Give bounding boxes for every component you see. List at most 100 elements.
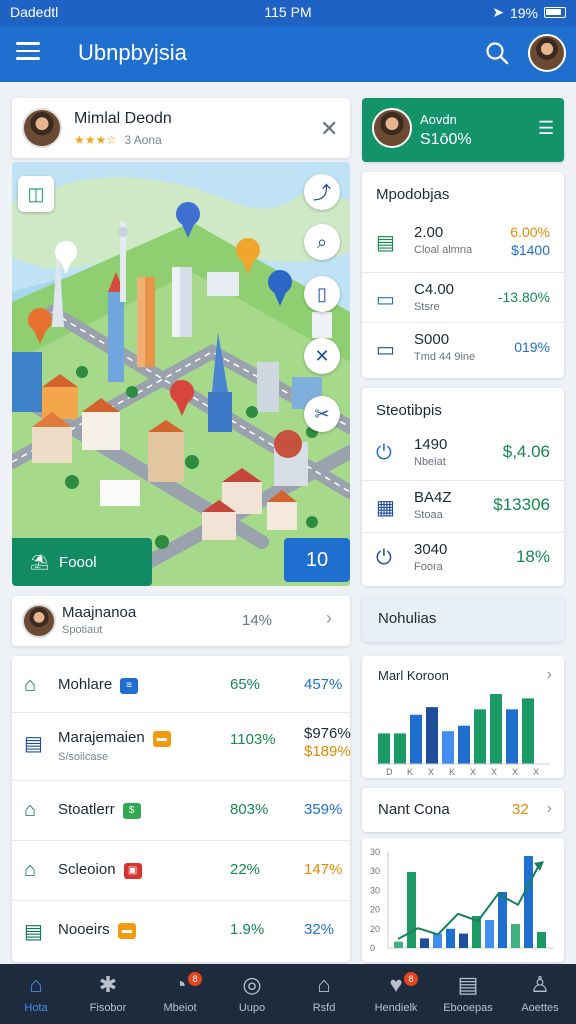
profile-sub: 3 Aona [124, 133, 162, 147]
map-layers-button[interactable]: ◫ [18, 176, 54, 212]
bar [426, 707, 438, 764]
hamburger-menu-icon[interactable] [16, 42, 40, 62]
nav-icon: ♥ [389, 972, 403, 997]
list-item-b2: $189% [304, 743, 351, 760]
stats-pct: $13306 [493, 495, 550, 514]
list-item-b: 32% [304, 921, 335, 938]
map-count-button[interactable]: 10 [284, 538, 350, 582]
list-item-a: 22% [230, 861, 261, 878]
list-item-label: Stoatlerr $ [58, 801, 141, 819]
folder-badge-icon: ▬ [152, 731, 171, 747]
nav-item-hota[interactable]: ⌂ Hota [0, 964, 72, 1024]
list-item[interactable]: ⌂ Stoatlerr $ 803% 359% [12, 780, 350, 840]
card-icon: ▭ [376, 289, 395, 311]
map-bookmark-button[interactable]: ▯ [304, 276, 340, 312]
list-item-text: Stoatlerr [58, 801, 115, 818]
user-avatar[interactable] [528, 34, 566, 72]
stats-row[interactable]: ⏻ 1490 Nbeiat $,4.06 [362, 428, 564, 484]
bar-chart: DKXKXXXX [376, 694, 550, 777]
nav-item-hendielk[interactable]: ♥ Hendielk 8 [360, 964, 432, 1024]
chevron-right-icon[interactable]: › [547, 800, 552, 818]
stats-sub: Stoaa [414, 509, 443, 521]
list-item-label: Nooeirs ▬ [58, 921, 136, 939]
profile-rating: ★★★☆ 3 Aona [74, 133, 162, 147]
isometric-city-illustration [12, 162, 350, 586]
nav-label: Hota [24, 1002, 48, 1014]
nav-icon: ◎ [242, 972, 262, 997]
chevron-right-icon[interactable]: › [326, 608, 332, 629]
map-directions-button[interactable]: ⤴ [304, 174, 340, 210]
stats-row[interactable]: ▦ BA4Z Stoaa $13306 [362, 480, 564, 536]
list-item-a: 65% [230, 676, 261, 693]
map-tools-button[interactable]: ✂ [304, 396, 340, 432]
battery-percent: 19% [509, 4, 538, 21]
nav-item-fisobor[interactable]: ✱ Fisobor [72, 964, 144, 1024]
list-item[interactable]: ⌂ Scleoion ▣ 22% 147% [12, 840, 350, 900]
trend-chart-card[interactable]: 30 30 30 20 20 0 [362, 838, 564, 962]
stats-value: 1490 [414, 436, 448, 453]
list-item[interactable]: ⌂ Mohlare ≡ 65% 457% [12, 656, 350, 716]
nav-item-aoettes[interactable]: ♙ Aoettes [504, 964, 576, 1024]
list-item-text: Mohlare [58, 676, 113, 693]
money-title: Mpodobjas [376, 186, 450, 203]
bar [378, 733, 390, 764]
stats-row[interactable]: ⏻ 3040 Foora 18% [362, 532, 564, 588]
nav-label: Uupo [238, 1002, 266, 1014]
list-item-label: Scleoion ▣ [58, 861, 142, 879]
notifications-header[interactable]: Nohulias [362, 596, 564, 642]
profile-card: Mimlal Deodn ★★★☆ 3 Aona ✕ [12, 98, 350, 158]
list-item-b: 359% [304, 801, 343, 818]
bar [511, 924, 520, 948]
close-icon[interactable]: ✕ [320, 116, 338, 142]
nant-row[interactable]: Nant Cona 32 › [362, 788, 564, 832]
wallet-icon: ▭ [376, 339, 395, 361]
money-row[interactable]: ▭ C4.00 Stsre -13.80% [362, 272, 564, 328]
map-search-button[interactable]: ⌕ [304, 224, 340, 260]
list-item[interactable]: ▤ Nooeirs ▬ 1.9% 32% [12, 900, 350, 960]
notification-badge: 8 [404, 972, 418, 986]
map-close-button[interactable]: ✕ [304, 338, 340, 374]
bar [490, 694, 502, 764]
list-item-a: 803% [230, 801, 269, 818]
y-tick-label: 0 [370, 943, 375, 953]
bar-chart-card[interactable]: Marl Koroon › DKXKXXXX [362, 656, 564, 778]
menu-lines-icon[interactable]: ☰ [538, 118, 554, 139]
student-card[interactable]: Maajnanoa Spotiaut 14% › [12, 596, 350, 646]
nav-item-mbeiot[interactable]: ◔ Mbeiot 8 [144, 964, 216, 1024]
money-value: C4.00 [414, 281, 455, 298]
nav-item-ebooepas[interactable]: ▤ Ebooepas [432, 964, 504, 1024]
gift-badge-icon: ▣ [123, 863, 142, 879]
stats-value: BA4Z [414, 489, 452, 506]
cash-badge-icon: $ [122, 803, 141, 819]
stats-card: Steotibpis ⏻ 1490 Nbeiat $,4.06 ▦ BA4Z S… [362, 388, 564, 586]
y-tick-label: 30 [370, 847, 380, 857]
city-map[interactable]: ◫ ⤴ ⌕ ▯ ✕ ✂ ⛱ Foool 10 [12, 162, 350, 586]
list-item-a: 1.9% [230, 921, 265, 938]
student-name: Maajnanoa [62, 604, 137, 621]
bar [459, 933, 468, 948]
money-row[interactable]: ▭ S000 Tmd 44 9ine 019% [362, 322, 564, 378]
y-tick-label: 20 [370, 924, 380, 934]
x-tick-label: X [470, 767, 476, 777]
money-card: Mpodobjas ▤ 2.00 Cloal almna 6.00% $1400… [362, 172, 564, 378]
nav-icon: ⌂ [317, 972, 331, 997]
money-row[interactable]: ▤ 2.00 Cloal almna 6.00% $1400 [362, 216, 564, 272]
nav-icon: ▤ [457, 972, 479, 997]
house-icon: ⌂ [24, 799, 37, 821]
bar [485, 920, 494, 948]
list-item-text: Scleoion [58, 861, 116, 878]
food-filter-button[interactable]: ⛱ Foool [12, 538, 152, 586]
nant-number: 32 [512, 801, 529, 818]
battery-icon [544, 7, 566, 18]
bar [524, 856, 533, 948]
bottom-navigation: ⌂ Hota ✱ Fisobor ◔ Mbeiot 8 ◎ Uupo ⌂ Rsfd ♥ Hendielk… [0, 964, 576, 1024]
nav-label: Aoettes [521, 1002, 559, 1014]
nav-item-rsfd[interactable]: ⌂ Rsfd [288, 964, 360, 1024]
search-icon[interactable] [484, 40, 510, 66]
nav-item-uupo[interactable]: ◎ Uupo [216, 964, 288, 1024]
list-item[interactable]: ▤ Marajemaien ▬ S/soiicase 1103% $976% $1… [12, 712, 351, 780]
bar [522, 698, 534, 764]
building-icon: ▤ [24, 733, 43, 755]
agent-card[interactable]: Aovdn S1ō0% ☰ [362, 98, 564, 162]
list-item-label: Mohlare ≡ [58, 676, 139, 694]
